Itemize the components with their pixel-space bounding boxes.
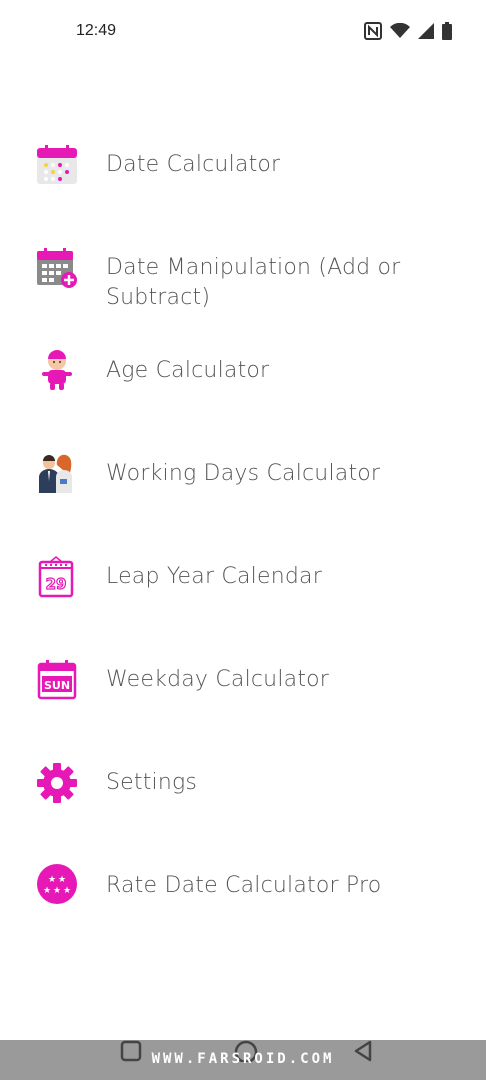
menu-label-date-manipulation: Date Manipulation (Add or Subtract) [106, 255, 401, 310]
menu-label-leap-year: Leap Year Calendar [106, 564, 322, 589]
status-time: 12:49 [76, 22, 117, 39]
menu-label-working-days: Working Days Calculator [106, 461, 381, 486]
svg-text:★: ★ [43, 886, 51, 896]
workers-icon [36, 453, 78, 495]
calendar-icon [36, 144, 78, 186]
menu-label-settings: Settings [106, 770, 198, 795]
status-bar: 12:49 [0, 0, 486, 66]
weekday-abbrev: SUN [44, 679, 70, 692]
wifi-icon [390, 23, 410, 39]
navigation-bar: WWW.FARSROID.COM [0, 1040, 486, 1080]
menu-label-age-calculator: Age Calculator [106, 358, 270, 383]
star-rating-icon: ★ ★ ★ ★ ★ [36, 863, 78, 905]
watermark-text: WWW.FARSROID.COM [151, 1051, 335, 1067]
menu-label-rate-app: Rate Date Calculator Pro [106, 873, 382, 898]
leap-day-number: 29 [46, 575, 67, 593]
baby-icon [36, 350, 78, 392]
nfc-icon [364, 22, 382, 40]
calendar-29-icon: 29 [36, 556, 78, 598]
svg-text:★: ★ [53, 886, 61, 896]
battery-icon [442, 22, 452, 40]
status-icons [364, 22, 452, 40]
menu-label-weekday: Weekday Calculator [106, 667, 330, 692]
calendar-sun-icon: SUN [36, 659, 78, 701]
menu-label-date-calculator: Date Calculator [106, 152, 281, 177]
svg-text:★: ★ [58, 875, 66, 885]
signal-icon [418, 23, 434, 39]
calendar-add-icon [36, 247, 78, 289]
gear-icon [36, 762, 78, 804]
svg-text:★: ★ [63, 886, 71, 896]
svg-text:★: ★ [48, 875, 56, 885]
